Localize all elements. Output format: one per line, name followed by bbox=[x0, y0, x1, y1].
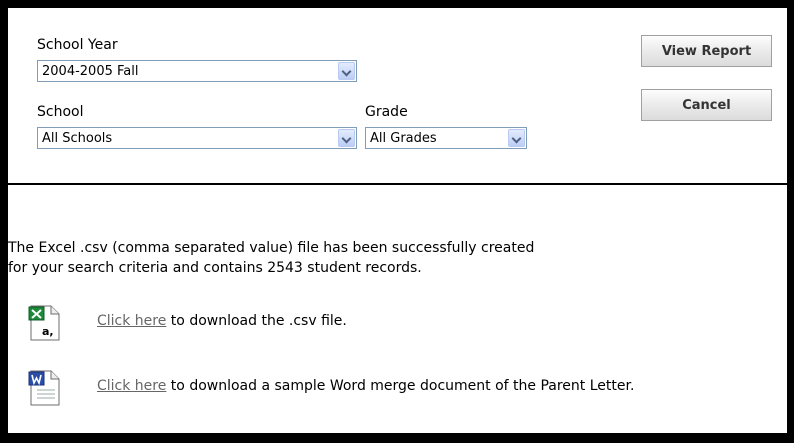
download-csv-link[interactable]: Click here bbox=[97, 313, 166, 329]
section-divider bbox=[8, 183, 787, 185]
download-csv-text: Click here to download the .csv file. bbox=[97, 313, 347, 329]
school-label: School bbox=[37, 104, 84, 120]
download-word-link[interactable]: Click here bbox=[97, 378, 166, 394]
report-panel: School Year 2004-2005 Fall School All Sc… bbox=[8, 8, 787, 433]
school-value: All Schools bbox=[42, 131, 113, 146]
chevron-down-icon[interactable] bbox=[338, 129, 355, 147]
cancel-button[interactable]: Cancel bbox=[641, 89, 772, 121]
school-year-value: 2004-2005 Fall bbox=[42, 64, 139, 79]
success-message-line-2: for your search criteria and contains 25… bbox=[8, 260, 422, 276]
school-year-select[interactable]: 2004-2005 Fall bbox=[37, 60, 357, 82]
chevron-down-icon[interactable] bbox=[508, 129, 525, 147]
grade-value: All Grades bbox=[370, 131, 437, 146]
school-select[interactable]: All Schools bbox=[37, 127, 357, 149]
svg-text:a,: a, bbox=[42, 325, 54, 338]
success-message-line-1: The Excel .csv (comma separated value) f… bbox=[8, 240, 535, 256]
download-csv-description: to download the .csv file. bbox=[166, 313, 347, 329]
excel-csv-file-icon[interactable]: a, bbox=[28, 305, 62, 341]
download-word-description: to download a sample Word merge document… bbox=[166, 378, 635, 394]
word-document-icon[interactable] bbox=[28, 370, 62, 406]
download-word-text: Click here to download a sample Word mer… bbox=[97, 378, 634, 394]
success-message: The Excel .csv (comma separated value) f… bbox=[8, 238, 748, 278]
chevron-down-icon[interactable] bbox=[338, 62, 355, 80]
view-report-button[interactable]: View Report bbox=[641, 35, 772, 67]
school-year-label: School Year bbox=[37, 37, 118, 53]
grade-label: Grade bbox=[365, 104, 408, 120]
grade-select[interactable]: All Grades bbox=[365, 127, 527, 149]
